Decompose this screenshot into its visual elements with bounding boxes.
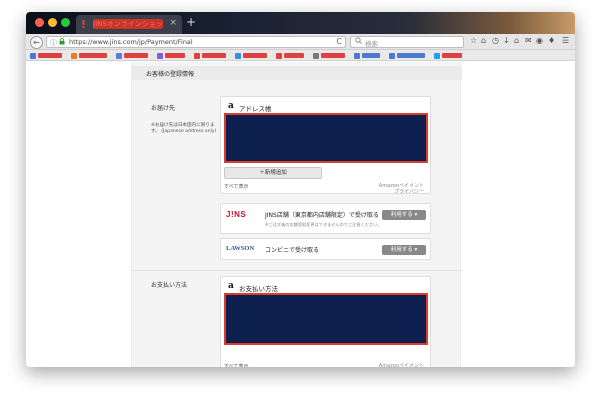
bookmark-item[interactable] [313, 51, 345, 60]
bookmark-favicon-icon [389, 52, 395, 59]
alert-icon: ! [81, 18, 87, 31]
zoom-window-button[interactable] [61, 18, 70, 27]
download-icon[interactable]: ↓ [503, 36, 510, 45]
jins-pickup-note: ※ご注文後の店舗受取変更はできませんのでご注意ください。 [265, 222, 382, 227]
bookmark-favicon-icon [235, 52, 241, 59]
convenience-pickup-title: コンビニで受け取る [265, 247, 320, 254]
amazon-icon: a [228, 101, 234, 111]
bookmark-favicon-icon [194, 52, 200, 59]
shipping-label: お届け先 [151, 105, 176, 112]
bookmark-label [124, 53, 148, 58]
minimize-window-button[interactable] [48, 18, 57, 27]
bookmark-label [165, 53, 185, 58]
address-book-frame[interactable] [224, 113, 428, 163]
convenience-use-button[interactable]: 利用する ▾ [382, 245, 426, 255]
close-window-button[interactable] [35, 18, 44, 27]
bookmark-item[interactable] [194, 51, 226, 60]
bookmark-item[interactable] [157, 51, 185, 60]
privacy-link[interactable]: プライバシー [379, 189, 424, 195]
checkout-page: お客様の登録情報 お届け先 ※お届け先は日本国内に限ります。 (Japanese… [131, 62, 462, 367]
amazon-payment-privacy[interactable]: Amazonペイメント プライバシー [379, 363, 424, 367]
bookmark-label [38, 53, 62, 58]
jins-store-pickup-option: J!NS JINS店舗（東京都内店舗限定）で受け取る ※ご注文後の店舗受取変更は… [220, 203, 431, 234]
bookmark-label [397, 53, 425, 58]
bookmark-label [321, 53, 345, 58]
navigation-bar: ← ⓘ https://www.jins.com/jp/Payment/Fina… [26, 34, 575, 50]
extension-icon[interactable]: ♦ [548, 36, 555, 45]
url-text: https://www.jins.com/jp/Payment/Final [69, 38, 193, 46]
bookmark-item[interactable] [30, 51, 62, 60]
payment-label: お支払い方法 [151, 282, 188, 289]
title-bar: ! JINSオンラインショップ × + [26, 12, 575, 34]
payment-title: お支払い方法 [239, 285, 278, 293]
jins-logo: J!NS [226, 210, 247, 219]
lawson-logo: LAWSON [226, 245, 255, 252]
bookmark-favicon-icon [30, 52, 36, 59]
bookmarks-bar [26, 50, 575, 61]
section-divider [132, 270, 462, 271]
url-bar[interactable]: ⓘ https://www.jins.com/jp/Payment/Final … [46, 36, 346, 48]
add-address-button[interactable]: ＋新規追加 [224, 167, 322, 179]
payment-method-frame[interactable] [224, 293, 428, 345]
browser-window: ! JINSオンラインショップ × + ← ⓘ https://www.jins… [26, 12, 575, 367]
convenience-store-pickup-option: LAWSON コンビニで受け取る 利用する ▾ [220, 238, 431, 260]
bookmark-label [362, 53, 380, 58]
addon-icon[interactable]: ◉ [536, 36, 543, 45]
bookmark-favicon-icon [354, 52, 360, 59]
bookmark-item[interactable] [235, 51, 267, 60]
reload-icon[interactable]: C [336, 37, 342, 46]
payment-widget: a お支払い方法 すべて表示 Amazonペイメント プライバシー [220, 276, 431, 367]
menu-icon[interactable]: ☰ [562, 36, 569, 45]
jins-pickup-title: JINS店舗（東京都内店舗限定）で受け取る [265, 212, 379, 219]
bookmark-item[interactable] [389, 51, 425, 60]
tab-title: JINSオンラインショップ [93, 19, 163, 29]
bookmark-star-icon[interactable]: ☆ [470, 36, 477, 45]
section-header: お客様の登録情報 [132, 66, 462, 80]
bookmark-favicon-icon [313, 52, 319, 59]
info-icon[interactable]: ⓘ [50, 38, 57, 48]
bookmark-label [79, 53, 107, 58]
bookmark-item[interactable] [116, 51, 148, 60]
amazon-payment-privacy[interactable]: Amazonペイメント プライバシー [379, 183, 424, 195]
bookmark-favicon-icon [157, 52, 163, 59]
page-content: お客様の登録情報 お届け先 ※お届け先は日本国内に限ります。 (Japanese… [26, 62, 575, 367]
see-all-link[interactable]: すべて表示 [224, 363, 248, 367]
bookmark-label [202, 53, 226, 58]
bookmark-item[interactable] [71, 51, 107, 60]
bookmark-favicon-icon [71, 52, 77, 59]
search-icon [355, 37, 362, 46]
address-book-widget: a アドレス帳 ＋新規追加 すべて表示 Amazonペイメント プライバシー [220, 96, 431, 195]
jins-use-button[interactable]: 利用する ▾ [382, 210, 426, 220]
bookmark-label [243, 53, 267, 58]
new-tab-icon[interactable]: + [186, 15, 196, 29]
address-book-title: アドレス帳 [239, 105, 272, 113]
bookmark-label [284, 53, 304, 58]
home-alt-icon[interactable]: ⌂ [514, 36, 519, 45]
shipping-note: ※お届け先は日本国内に限ります。 (Japanese address only) [151, 123, 217, 134]
search-placeholder: 検索 [365, 40, 378, 48]
bookmark-favicon-icon [276, 52, 282, 59]
search-bar[interactable]: 検索 [350, 36, 464, 48]
section-header-text: お客様の登録情報 [146, 71, 195, 78]
bookmark-favicon-icon [116, 52, 122, 59]
bookmark-favicon-icon [434, 52, 440, 59]
bookmark-label [442, 53, 462, 58]
tab-close-icon[interactable]: × [169, 18, 177, 28]
lock-icon [59, 38, 65, 47]
home-icon[interactable]: ⌂ [481, 36, 486, 45]
amazon-payment-link[interactable]: Amazonペイメント [379, 363, 424, 367]
amazon-icon: a [228, 281, 234, 291]
mail-icon[interactable]: ✉ [525, 36, 532, 45]
bookmark-item[interactable] [276, 51, 304, 60]
history-icon[interactable]: ◷ [492, 36, 499, 45]
bookmark-item[interactable] [434, 51, 462, 60]
browser-tab[interactable]: ! JINSオンラインショップ × [76, 15, 182, 34]
back-button[interactable]: ← [30, 36, 43, 49]
see-all-link[interactable]: すべて表示 [224, 183, 248, 190]
bookmark-item[interactable] [354, 51, 380, 60]
